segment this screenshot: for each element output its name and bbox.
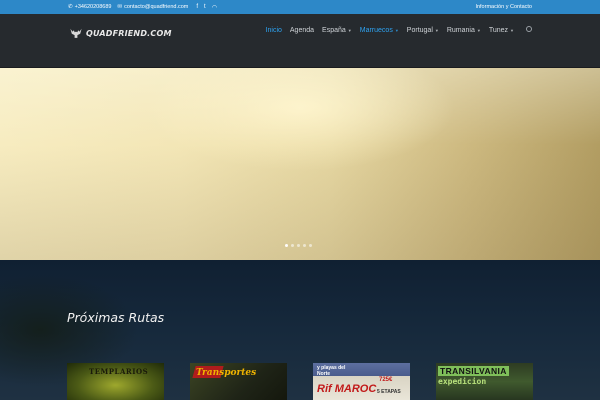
site-logo[interactable]: QUADFRIEND.COM: [69, 26, 172, 40]
search-icon[interactable]: [526, 26, 532, 32]
chevron-down-icon: ▼: [476, 28, 481, 33]
chevron-down-icon: ▼: [434, 28, 439, 33]
slider-dot[interactable]: [291, 244, 294, 247]
top-bar: ✆ +34620208689 ✉ contacto@quadfriend.com…: [0, 0, 600, 14]
route-card-templarios[interactable]: TEMPLARIOS: [67, 363, 164, 400]
nav-marruecos[interactable]: Marruecos ▼: [360, 27, 399, 34]
mail-icon: ✉: [117, 4, 123, 10]
route-card-transportes[interactable]: Transportes: [190, 363, 287, 400]
moose-logo-icon: [70, 28, 82, 38]
logo-text: QUADFRIEND.COM: [86, 28, 172, 38]
info-contact-link[interactable]: Información y Contacto: [475, 4, 532, 10]
phone-icon: ✆: [68, 4, 73, 10]
slider-dot[interactable]: [285, 244, 288, 247]
facebook-icon[interactable]: f: [196, 4, 198, 11]
site-header: QUADFRIEND.COM Inicio Agenda España ▼ Mar…: [0, 14, 600, 68]
slider-dot[interactable]: [297, 244, 300, 247]
upcoming-routes-section: Próximas Rutas TEMPLARIOS Transportes y …: [0, 260, 600, 400]
route-card-rif-maroc[interactable]: y playas del Norte 725€ Rif MAROC 5 ETAP…: [313, 363, 410, 400]
rss-icon[interactable]: ◠: [212, 4, 217, 11]
email-link[interactable]: ✉ contacto@quadfriend.com: [117, 4, 188, 10]
nav-rumania[interactable]: Rumania ▼: [447, 27, 481, 34]
main-nav: Inicio Agenda España ▼ Marruecos ▼ Portuga…: [266, 26, 532, 34]
nav-portugal[interactable]: Portugal ▼: [407, 27, 439, 34]
nav-tunez[interactable]: Tunez ▼: [489, 27, 514, 34]
hero-slider[interactable]: [0, 68, 600, 260]
nav-espana[interactable]: España ▼: [322, 27, 352, 34]
slider-dot[interactable]: [303, 244, 306, 247]
chevron-down-icon: ▼: [510, 28, 514, 33]
chevron-down-icon: ▼: [347, 28, 352, 33]
chevron-down-icon: ▼: [394, 28, 399, 33]
phone-link[interactable]: ✆ +34620208689: [68, 4, 111, 10]
slider-pagination: [285, 244, 312, 247]
nav-agenda[interactable]: Agenda: [290, 27, 314, 34]
nav-inicio[interactable]: Inicio: [266, 27, 282, 34]
twitter-icon[interactable]: t: [204, 4, 206, 11]
route-card-transilvania[interactable]: TRANSILVANIA expedicion: [436, 363, 533, 400]
section-title: Próximas Rutas: [67, 310, 165, 325]
route-cards: TEMPLARIOS Transportes y playas del Nort…: [67, 363, 533, 400]
slider-dot[interactable]: [309, 244, 312, 247]
